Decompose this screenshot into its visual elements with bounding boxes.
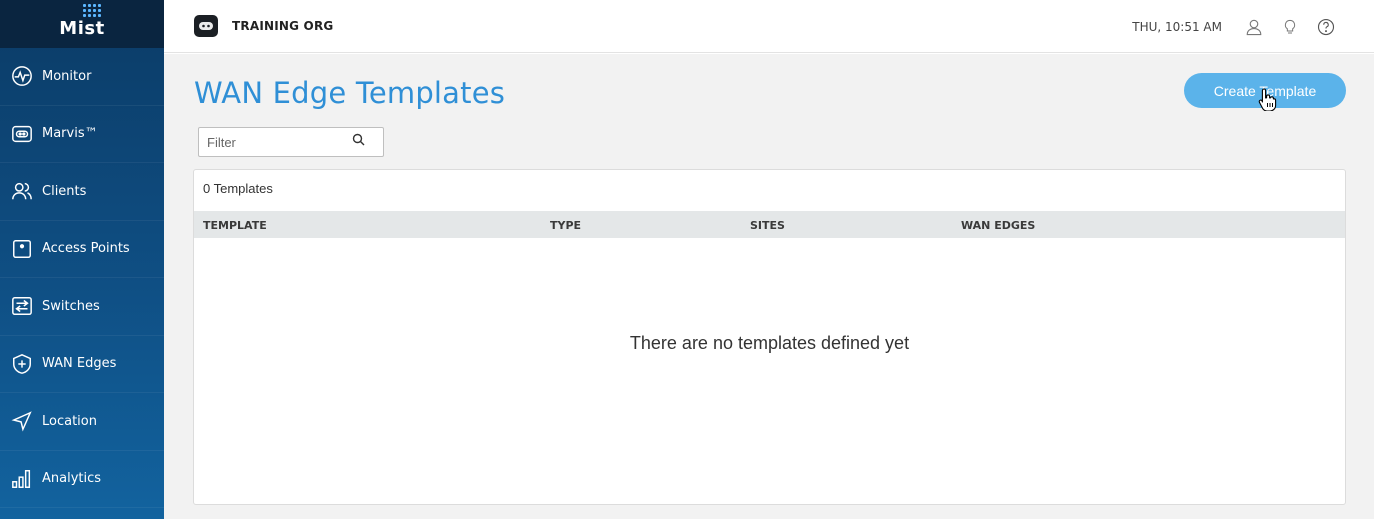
monitor-icon: [10, 64, 34, 88]
templates-panel: 0 Templates TEMPLATE TYPE SITES WAN EDGE…: [193, 169, 1346, 505]
hand-cursor-icon: [1258, 88, 1277, 111]
table-header: TEMPLATE TYPE SITES WAN EDGES: [194, 211, 1345, 238]
sidebar-item-label: Monitor: [42, 68, 92, 84]
filter-input[interactable]: [199, 129, 349, 155]
empty-state-message: There are no templates defined yet: [629, 333, 910, 353]
switches-icon: [10, 294, 34, 318]
top-bar: TRAINING ORG THU, 10:51 AM: [164, 0, 1374, 53]
mist-logo[interactable]: Mist: [59, 3, 105, 39]
sidebar-item-wan-edges[interactable]: WAN Edges: [0, 336, 164, 393]
logo-dots-icon: [83, 3, 102, 17]
filter-box: [198, 127, 384, 157]
sidebar: Mist Monitor Marvis™ Clients Access Poin…: [0, 0, 164, 519]
access-point-icon: [10, 237, 34, 261]
org-name[interactable]: TRAINING ORG: [232, 19, 333, 33]
page-title: WAN Edge Templates: [194, 76, 506, 110]
sidebar-item-monitor[interactable]: Monitor: [0, 48, 164, 106]
main-content: WAN Edge Templates Create Template 0 Tem…: [164, 54, 1374, 519]
clients-icon: [10, 179, 34, 203]
sidebar-item-clients[interactable]: Clients: [0, 163, 164, 221]
top-bar-right: THU, 10:51 AM: [1132, 0, 1336, 53]
column-header-type[interactable]: TYPE: [550, 219, 581, 232]
search-icon[interactable]: [349, 132, 367, 152]
sidebar-item-label: Access Points: [42, 241, 130, 257]
sidebar-item-label: Location: [42, 413, 97, 429]
logo-text: Mist: [59, 17, 105, 39]
column-header-wan-edges[interactable]: WAN EDGES: [961, 219, 1035, 232]
column-header-template[interactable]: TEMPLATE: [203, 219, 267, 232]
wan-edge-icon: [10, 352, 34, 376]
sidebar-item-switches[interactable]: Switches: [0, 278, 164, 336]
clock: THU, 10:51 AM: [1132, 19, 1222, 34]
analytics-icon: [10, 467, 34, 491]
sidebar-nav: Monitor Marvis™ Clients Access Points Sw…: [0, 48, 164, 508]
sidebar-item-location[interactable]: Location: [0, 393, 164, 451]
sidebar-item-marvis[interactable]: Marvis™: [0, 106, 164, 163]
help-icon[interactable]: [1316, 17, 1336, 37]
sidebar-item-label: Analytics: [42, 471, 102, 487]
sidebar-item-access-points[interactable]: Access Points: [0, 221, 164, 278]
templates-count: 0 Templates: [203, 181, 273, 196]
column-header-sites[interactable]: SITES: [750, 219, 785, 232]
user-icon[interactable]: [1244, 17, 1264, 37]
sidebar-item-analytics[interactable]: Analytics: [0, 451, 164, 508]
marvis-icon: [10, 122, 34, 146]
org-robot-icon[interactable]: [194, 15, 218, 37]
logo-bar: Mist: [0, 0, 164, 48]
sidebar-item-label: WAN Edges: [42, 356, 117, 372]
sidebar-item-label: Marvis™: [42, 126, 98, 142]
lightbulb-icon[interactable]: [1280, 17, 1300, 37]
sidebar-item-label: Clients: [42, 183, 87, 199]
sidebar-item-label: Switches: [42, 298, 100, 314]
location-icon: [10, 409, 34, 433]
